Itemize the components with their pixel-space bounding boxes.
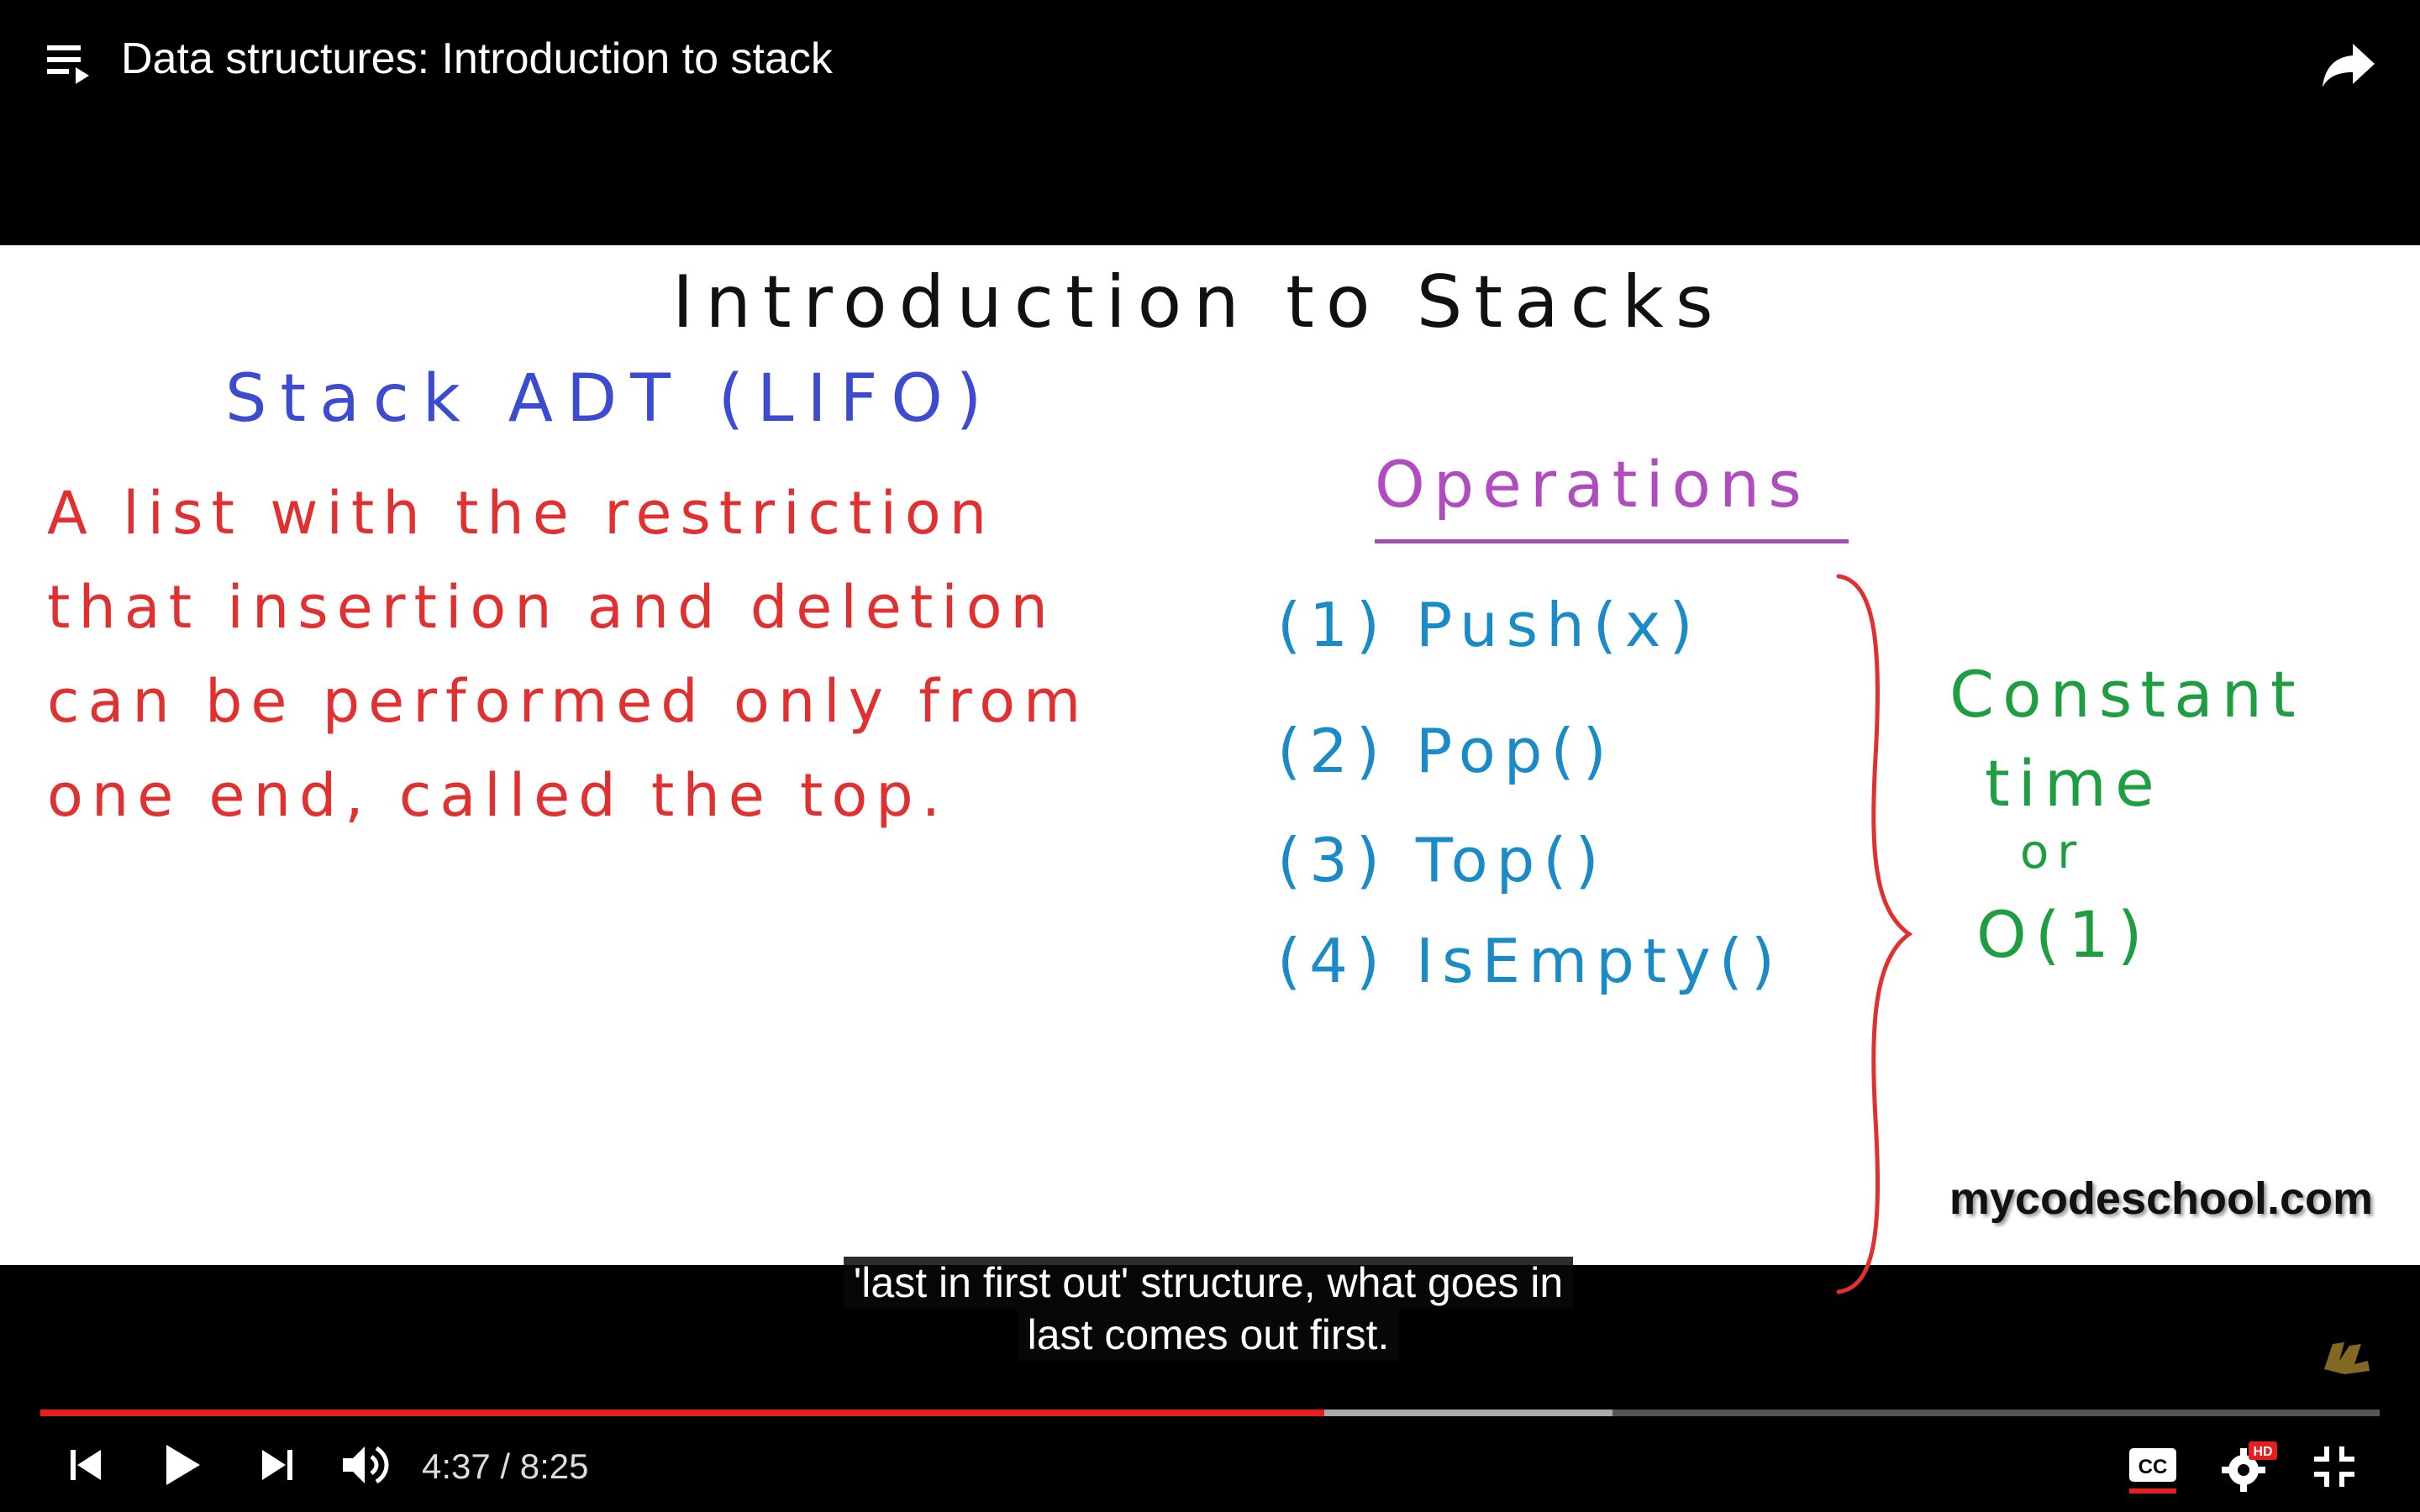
skip-previous-icon[interactable] [67, 1445, 104, 1485]
progress-bar[interactable] [40, 1410, 2380, 1416]
watermark: mycodeschool.com [1949, 1173, 2373, 1224]
caption-line: last comes out first. [1017, 1309, 1400, 1361]
skip-next-icon[interactable] [259, 1445, 296, 1485]
video-title[interactable]: Data structures: Introduction to stack [121, 30, 833, 87]
complexity-line: O(1) [1976, 897, 2151, 972]
svg-text:CC: CC [2139, 1456, 2168, 1478]
time-display: 4:37 / 8:25 [422, 1446, 589, 1486]
share-icon[interactable] [2319, 37, 2378, 91]
operations-heading: Operations [1375, 447, 1810, 522]
player-controls: CC HD [0, 1428, 2420, 1512]
progress-played [40, 1410, 1325, 1416]
definition-line: can be performed only from [47, 667, 1090, 736]
settings-icon[interactable]: HD [2218, 1440, 2279, 1494]
operation-item: (4) IsEmpty() [1277, 926, 1783, 996]
top-bar: Data structures: Introduction to stack [0, 0, 2420, 134]
caption-box: 'last in first out' structure, what goes… [810, 1257, 1607, 1361]
caption-line: 'last in first out' structure, what goes… [843, 1257, 1574, 1309]
operation-item: (1) Push(x) [1277, 590, 1702, 660]
definition-line: one end, called the top. [47, 761, 949, 830]
playlist-icon[interactable] [42, 37, 101, 91]
definition-line: A list with the restriction [47, 479, 996, 548]
exit-fullscreen-icon[interactable] [2312, 1445, 2356, 1488]
svg-text:HD: HD [2253, 1445, 2272, 1459]
play-icon[interactable] [163, 1441, 203, 1488]
captions-icon[interactable]: CC [2128, 1445, 2178, 1495]
stack-adt-label: Stack ADT (LIFO) [225, 361, 996, 437]
complexity-line: or [2020, 825, 2086, 879]
curly-brace [1836, 574, 1913, 1294]
complexity-line: Constant [1949, 657, 2304, 732]
operations-underline [1375, 539, 1849, 543]
channel-brand-icon[interactable] [2319, 1336, 2375, 1379]
operation-item: (3) Top() [1277, 825, 1607, 895]
operation-item: (2) Pop() [1277, 716, 1615, 786]
complexity-line: time [1985, 746, 2163, 821]
volume-icon[interactable] [339, 1441, 393, 1488]
slide-title: Introduction to Stacks [672, 260, 1725, 344]
video-frame[interactable]: Introduction to Stacks Stack ADT (LIFO) … [0, 245, 2420, 1294]
definition-line: that insertion and deletion [47, 573, 1056, 642]
